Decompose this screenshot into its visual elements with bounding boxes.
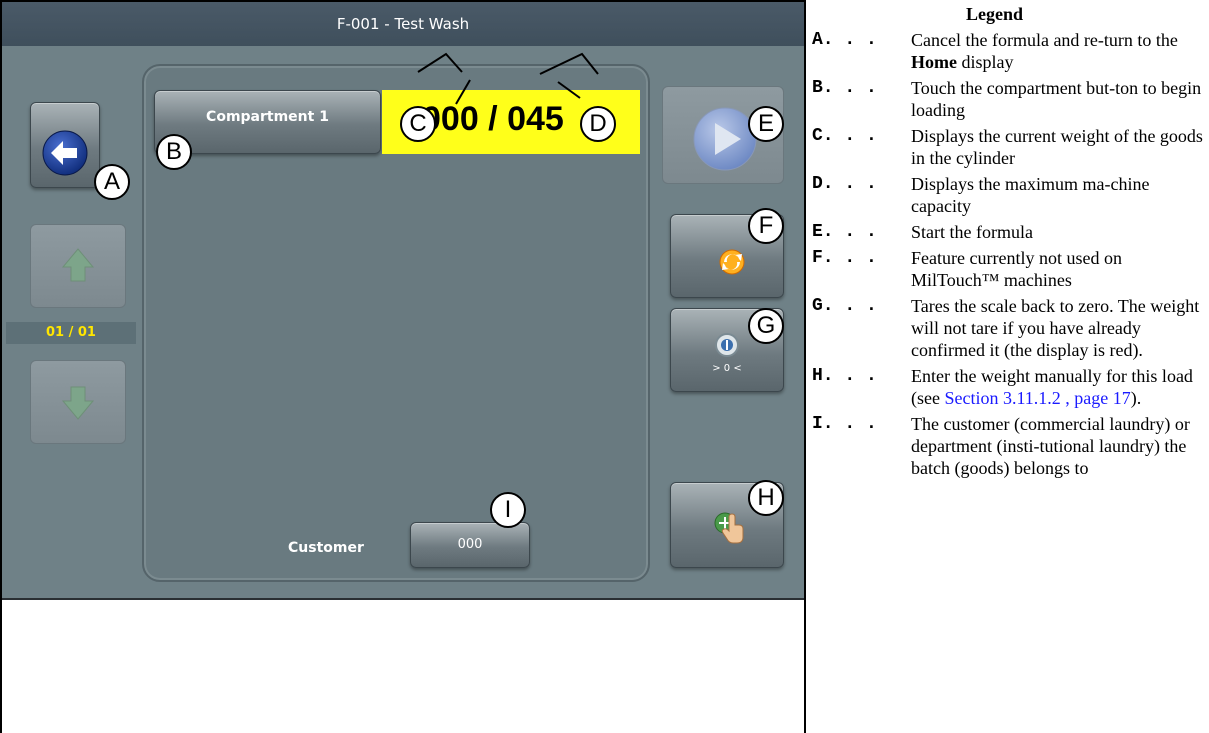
scroll-up-button[interactable] bbox=[30, 224, 126, 308]
legend-text: Feature currently not used on MilTouch™ … bbox=[911, 248, 1122, 290]
legend-key: H. . . bbox=[812, 366, 877, 386]
up-arrow-icon bbox=[61, 248, 95, 282]
legend-text-after: ). bbox=[1130, 388, 1142, 408]
callout-a: A bbox=[94, 164, 130, 200]
legend-key: E. . . bbox=[812, 222, 877, 242]
legend-text: Start the formula bbox=[911, 222, 1033, 242]
callout-c: C bbox=[400, 106, 436, 142]
tare-label: > 0 < bbox=[712, 363, 742, 374]
legend-item-f: F. . . Feature currently not used on Mil… bbox=[812, 247, 1207, 291]
callout-d-pointer bbox=[539, 52, 599, 75]
callout-b: B bbox=[156, 134, 192, 170]
legend-key: C. . . bbox=[812, 126, 877, 146]
customer-button[interactable]: 000 bbox=[410, 522, 530, 568]
down-arrow-icon bbox=[61, 386, 95, 420]
legend-text: Touch the compartment but-ton to begin l… bbox=[911, 78, 1202, 120]
callout-c-arrow bbox=[455, 79, 471, 105]
customer-label: Customer bbox=[288, 540, 364, 556]
page-indicator: 01 / 01 bbox=[6, 322, 136, 344]
legend-key: D. . . bbox=[812, 174, 877, 194]
legend-text: Tares the scale back to zero. The weight… bbox=[911, 296, 1200, 360]
legend-item-i: I. . . The customer (commercial laundry)… bbox=[812, 413, 1207, 479]
legend-text-after: display bbox=[956, 52, 1014, 72]
legend-item-h: H. . . Enter the weight manually for thi… bbox=[812, 365, 1207, 409]
legend-key: I. . . bbox=[812, 414, 877, 434]
legend-item-a: A. . . Cancel the formula and re-turn to… bbox=[812, 29, 1207, 73]
legend-bold: Home bbox=[911, 52, 957, 72]
legend-item-d: D. . . Displays the maximum ma-chine cap… bbox=[812, 173, 1207, 217]
legend-item-b: B. . . Touch the compartment but-ton to … bbox=[812, 77, 1207, 121]
scroll-down-button[interactable] bbox=[30, 360, 126, 444]
legend-text: Displays the current weight of the goods… bbox=[911, 126, 1203, 168]
callout-i: I bbox=[490, 492, 526, 528]
callout-e: E bbox=[748, 106, 784, 142]
legend-item-e: E. . . Start the formula bbox=[812, 221, 1207, 243]
legend-text: The customer (commercial laundry) or dep… bbox=[911, 414, 1190, 478]
callout-f: F bbox=[748, 208, 784, 244]
legend-item-g: G. . . Tares the scale back to zero. The… bbox=[812, 295, 1207, 361]
legend-key: B. . . bbox=[812, 78, 877, 98]
callout-d: D bbox=[580, 106, 616, 142]
legend-key: F. . . bbox=[812, 248, 877, 268]
legend-key: G. . . bbox=[812, 296, 877, 316]
section-link[interactable]: Section 3.11.1.2 , page 17 bbox=[944, 388, 1130, 408]
callout-g: G bbox=[748, 308, 784, 344]
legend-title: Legend bbox=[965, 4, 1023, 24]
screen-bottom-edge bbox=[2, 598, 804, 600]
legend-item-c: C. . . Displays the current weight of th… bbox=[812, 125, 1207, 169]
legend: Legend A. . . Cancel the formula and re-… bbox=[812, 4, 1207, 479]
callout-h: H bbox=[748, 480, 784, 516]
legend-text: Cancel the formula and re-turn to the bbox=[911, 30, 1178, 50]
callout-c-pointer bbox=[417, 52, 463, 73]
callout-d-arrow bbox=[557, 81, 581, 99]
legend-text: Displays the maximum ma-chine capacity bbox=[911, 174, 1150, 216]
legend-key: A. . . bbox=[812, 30, 877, 50]
